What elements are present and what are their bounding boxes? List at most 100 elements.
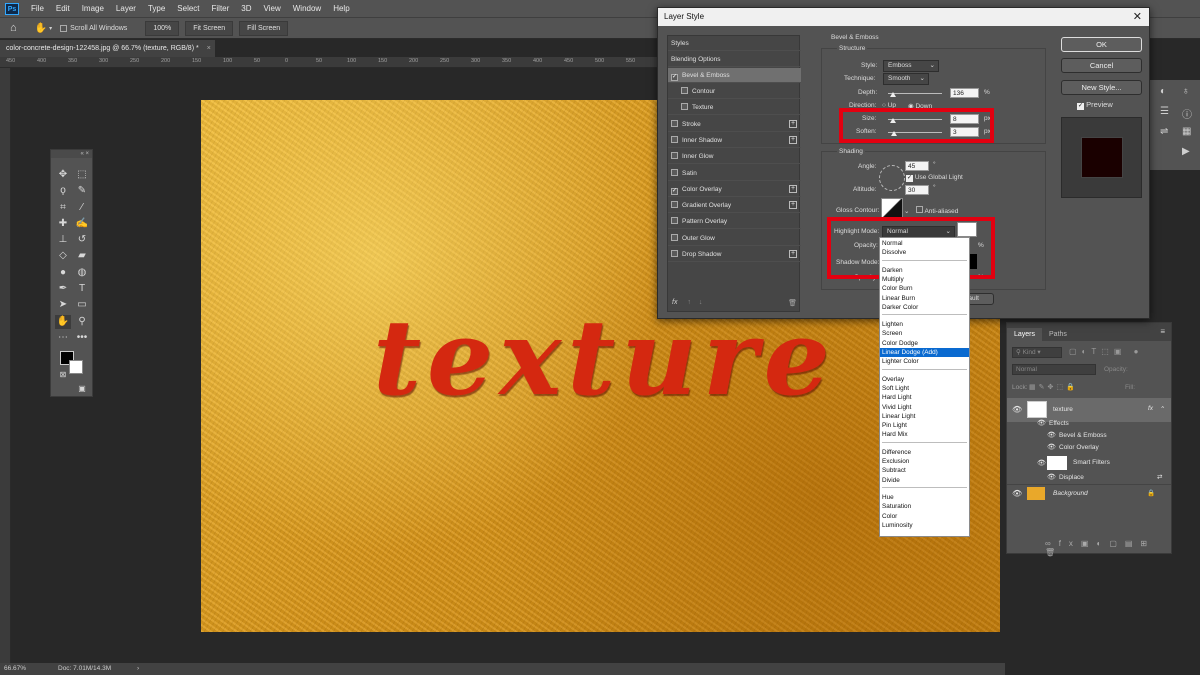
menu-type[interactable]: Type	[142, 4, 171, 13]
move-down-icon[interactable]: ↓	[699, 299, 703, 306]
checkbox-icon[interactable]	[671, 169, 678, 176]
effects-row[interactable]: 👁 Effects	[1007, 418, 1171, 430]
filter-options-icon[interactable]: ⇄	[1157, 473, 1162, 481]
crop-tool-icon[interactable]: ⌗	[55, 201, 71, 215]
paint-bucket-icon[interactable]: ▰	[74, 249, 90, 263]
checkbox-icon[interactable]	[671, 234, 678, 241]
hand-tool-icon[interactable]: ✋	[35, 23, 47, 34]
styles-header[interactable]: Styles	[668, 36, 801, 51]
menu-help[interactable]: Help	[327, 4, 355, 13]
blend-mode-select[interactable]: Normal	[1012, 364, 1096, 375]
gloss-contour-thumbnail[interactable]	[881, 198, 903, 218]
add-icon[interactable]: +	[789, 120, 797, 128]
pen-tool-icon[interactable]: ✒	[55, 282, 71, 296]
depth-input[interactable]: 136	[950, 88, 979, 98]
depth-slider-knob[interactable]	[890, 92, 896, 97]
move-up-icon[interactable]: ↑	[687, 299, 691, 306]
blend-mode-option[interactable]: Linear Light	[880, 412, 969, 421]
style-item-inner-shadow[interactable]: Inner Shadow +	[668, 133, 801, 148]
add-icon[interactable]: +	[789, 185, 797, 193]
style-item-drop-shadow[interactable]: Drop Shadow +	[668, 247, 801, 262]
checkbox-icon[interactable]	[671, 201, 678, 208]
global-light-checkbox[interactable]: ✓ Use Global Light	[906, 174, 963, 182]
altitude-input[interactable]: 30	[905, 185, 929, 195]
collapse-icon[interactable]: « ×	[51, 150, 92, 158]
rectangle-tool-icon[interactable]: ▭	[74, 298, 90, 312]
screen-mode-icon[interactable]: ▣	[74, 382, 90, 396]
blend-mode-option[interactable]: Saturation	[880, 502, 969, 511]
close-tab-icon[interactable]: ×	[207, 45, 211, 52]
blend-mode-option[interactable]: Normal	[880, 239, 969, 248]
style-item-stroke[interactable]: Stroke +	[668, 117, 801, 132]
style-item-bevel-emboss[interactable]: ✓ Bevel & Emboss	[668, 68, 801, 83]
add-icon[interactable]: +	[789, 136, 797, 144]
brush-tool-icon[interactable]: ✍	[74, 217, 90, 231]
edit-toolbar-icon[interactable]: ⋯	[55, 331, 71, 345]
new-style-button[interactable]: New Style...	[1061, 80, 1142, 95]
bevel-effect-row[interactable]: 👁 Bevel & Emboss	[1007, 430, 1171, 442]
menu-window[interactable]: Window	[287, 4, 327, 13]
lasso-tool-icon[interactable]: ϙ	[55, 184, 71, 198]
kind-filter[interactable]: ⚲ Kind ▾	[1012, 347, 1062, 358]
eyedropper-icon[interactable]: ⁄	[74, 201, 90, 215]
style-item-inner-glow[interactable]: Inner Glow	[668, 149, 801, 164]
dodge-tool-icon[interactable]: ◍	[74, 266, 90, 280]
blend-mode-option[interactable]: Darker Color	[880, 303, 969, 312]
scroll-all-checkbox[interactable]	[60, 24, 68, 32]
style-item-gradient-overlay[interactable]: Gradient Overlay +	[668, 198, 801, 213]
color-panel-icon[interactable]: ◐	[1160, 86, 1166, 97]
add-icon[interactable]: +	[789, 250, 797, 258]
zoom-tool-icon[interactable]: ⚲	[74, 315, 90, 329]
style-item-contour[interactable]: Contour	[668, 84, 801, 99]
tab-layers[interactable]: Layers	[1007, 328, 1043, 341]
blend-mode-option[interactable]: Darken	[880, 266, 969, 275]
tab-paths[interactable]: Paths	[1042, 328, 1074, 341]
blend-mode-option[interactable]: Pin Light	[880, 421, 969, 430]
blend-mode-option[interactable]: Exclusion	[880, 457, 969, 466]
displace-filter-row[interactable]: 👁 Displace ⇄	[1007, 472, 1171, 484]
blend-mode-option[interactable]: Overlay	[880, 375, 969, 384]
blend-mode-option[interactable]: Color Burn	[880, 284, 969, 293]
style-item-texture[interactable]: Texture	[668, 100, 801, 115]
zoom-100-button[interactable]: 100%	[145, 20, 180, 36]
checkbox-icon[interactable]	[671, 217, 678, 224]
menu-filter[interactable]: Filter	[206, 4, 236, 13]
blend-mode-option[interactable]: Vivid Light	[880, 403, 969, 412]
angle-wheel[interactable]	[879, 165, 905, 191]
close-dialog-icon[interactable]: ✕	[1133, 8, 1142, 26]
checkbox-icon[interactable]	[671, 152, 678, 159]
blend-mode-option[interactable]: Hue	[880, 493, 969, 502]
cancel-button[interactable]: Cancel	[1061, 58, 1142, 73]
checkbox-checked-icon[interactable]: ✓	[671, 74, 678, 81]
blur-tool-icon[interactable]: ●	[55, 266, 71, 280]
library-icon[interactable]: ▦	[1182, 126, 1191, 137]
color-overlay-effect-row[interactable]: 👁 Color Overlay	[1007, 442, 1171, 454]
blend-mode-option[interactable]: Lighter Color	[880, 357, 969, 366]
blend-mode-option[interactable]: Color	[880, 512, 969, 521]
light-bulb-icon[interactable]: ♁	[1182, 86, 1190, 97]
menu-edit[interactable]: Edit	[50, 4, 76, 13]
smart-filters-row[interactable]: 👁 Smart Filters	[1007, 454, 1171, 472]
visibility-eye-icon[interactable]: 👁	[1047, 443, 1056, 451]
play-icon[interactable]: ▶	[1182, 146, 1190, 157]
checkbox-icon[interactable]	[681, 87, 688, 94]
blend-mode-option[interactable]: Dissolve	[880, 248, 969, 257]
blend-mode-option[interactable]: Difference	[880, 448, 969, 457]
anti-aliased-checkbox[interactable]: Anti-aliased	[916, 206, 958, 215]
add-icon[interactable]: +	[789, 201, 797, 209]
marquee-tool-icon[interactable]: ⬚	[74, 168, 90, 182]
hand-tool-active-icon[interactable]: ✋	[55, 315, 71, 329]
path-select-icon[interactable]: ➤	[55, 298, 71, 312]
blend-mode-option[interactable]: Lighten	[880, 320, 969, 329]
style-item-pattern-overlay[interactable]: Pattern Overlay	[668, 214, 801, 229]
menu-layer[interactable]: Layer	[110, 4, 142, 13]
style-select[interactable]: Emboss ⌄	[883, 60, 939, 72]
chevron-down-icon[interactable]: ▾	[49, 25, 52, 32]
style-item-outer-glow[interactable]: Outer Glow	[668, 231, 801, 246]
depth-slider-track[interactable]	[888, 93, 942, 94]
blend-mode-option[interactable]: Divide	[880, 476, 969, 485]
filter-icons[interactable]: ▢◐T⬚▣ ●	[1069, 347, 1143, 356]
checkbox-icon[interactable]	[671, 250, 678, 257]
eraser-tool-icon[interactable]: ◇	[55, 249, 71, 263]
lock-icons[interactable]: ▦✎✥⬚🔒	[1029, 383, 1078, 391]
